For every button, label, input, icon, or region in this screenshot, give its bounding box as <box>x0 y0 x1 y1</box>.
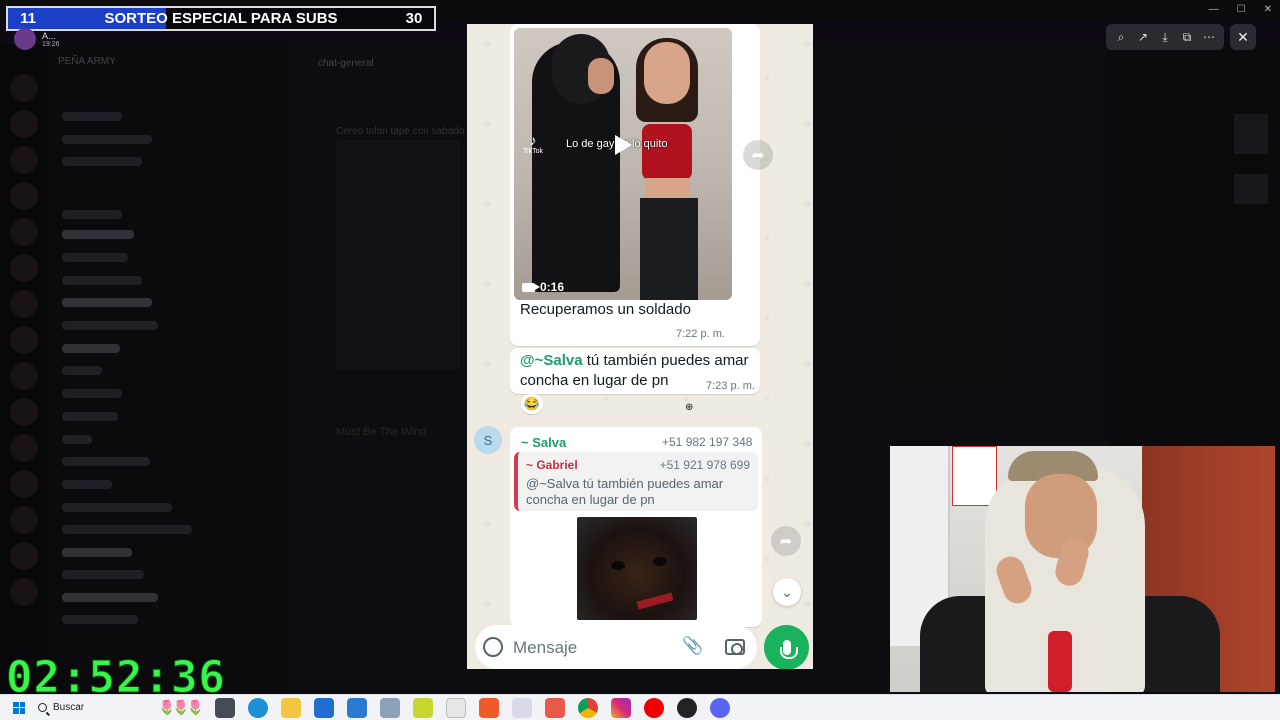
message-time: 7:23 p. m. <box>706 380 755 392</box>
search-label: Buscar <box>53 702 85 713</box>
app-icon[interactable] <box>380 697 401 718</box>
zoom-icon[interactable]: ⌕ <box>1112 28 1130 46</box>
paperclip-icon[interactable]: 📎 <box>682 636 703 656</box>
forward-icon[interactable]: ➦ <box>771 526 801 556</box>
close-window-icon[interactable]: ✕ <box>1264 4 1272 15</box>
sub-count: 11 <box>20 10 36 27</box>
quoted-reply[interactable]: ~ Gabriel +51 921 978 699 @~Salva tú tam… <box>514 452 758 511</box>
viewer-actions: ⌕ ↗ ⤓ ⧉ ⋯ <box>1106 24 1224 50</box>
tiktok-icon: ♪ <box>529 132 537 148</box>
maximize-icon[interactable]: ☐ <box>1237 4 1246 15</box>
chevron-double-down-icon[interactable]: ⌄ <box>773 578 801 606</box>
user-chip: A... 19:26 <box>14 28 60 50</box>
forward-icon[interactable]: ➦ <box>743 140 773 170</box>
youtube-icon[interactable] <box>644 697 665 718</box>
message-input-bar: Mensaje 📎 <box>475 625 757 669</box>
sub-goal-target: 30 <box>405 10 423 27</box>
windows-icon <box>13 701 25 714</box>
obs-icon[interactable] <box>677 697 698 718</box>
start-button[interactable] <box>6 695 32 720</box>
whatsapp-chat: ♪ TikTok Lo de gay ya lo quito 0:16 Recu… <box>467 24 813 669</box>
reply-message: @~Salva tú también puedes amar concha en… <box>510 348 760 394</box>
file-explorer-icon[interactable] <box>281 697 302 718</box>
message-input[interactable]: Mensaje <box>513 638 577 658</box>
instagram-icon[interactable] <box>611 697 632 718</box>
app-icon[interactable] <box>413 697 434 718</box>
reaction-badge[interactable]: 😂 <box>521 394 543 414</box>
sticker-icon[interactable] <box>483 637 503 657</box>
task-view-icon[interactable] <box>215 697 236 718</box>
search-icon <box>38 703 47 712</box>
brave-icon[interactable] <box>479 697 500 718</box>
stream-screen: PEÑA ARMY chat-general Cereo tolan tape … <box>0 0 1280 720</box>
download-icon[interactable]: ⤓ <box>1156 28 1174 46</box>
tiktok-logo: ♪ TikTok <box>523 132 543 155</box>
sender-phone: +51 982 197 348 <box>662 435 753 449</box>
mention[interactable]: @~Salva <box>520 352 583 369</box>
microphone-button[interactable] <box>764 625 809 669</box>
avatar <box>14 28 36 50</box>
sub-goal-banner: 11 SORTEO ESPECIAL PARA SUBS 30 <box>6 6 436 31</box>
message-text: Recuperamos un soldado <box>520 301 691 318</box>
image-viewer-toolbar: ⌕ ↗ ⤓ ⧉ ⋯ ✕ <box>1106 24 1256 50</box>
app-icon[interactable] <box>512 697 533 718</box>
notepad-icon[interactable] <box>446 697 467 718</box>
video-duration: 0:16 <box>522 280 564 294</box>
sub-goal-title: SORTEO ESPECIAL PARA SUBS <box>104 10 338 27</box>
quote-text: @~Salva tú también puedes amar concha en… <box>526 476 724 507</box>
app-icon[interactable] <box>545 697 566 718</box>
quote-phone: +51 921 978 699 <box>659 458 750 472</box>
minimize-icon[interactable]: — <box>1209 4 1219 15</box>
quote-sender: ~ Gabriel <box>526 458 578 472</box>
taskbar: Buscar 🌷🌷🌷 <box>0 694 1280 720</box>
sender-name[interactable]: ~ Salva <box>521 435 566 450</box>
video-camera-icon <box>522 282 540 292</box>
play-icon[interactable] <box>613 134 633 156</box>
sender-avatar[interactable]: S <box>474 426 502 454</box>
share-icon[interactable]: ↗ <box>1134 28 1152 46</box>
video-thumbnail[interactable]: ♪ TikTok Lo de gay ya lo quito 0:16 <box>514 28 732 300</box>
open-external-icon[interactable]: ⧉ <box>1178 28 1196 46</box>
user-time: 19:26 <box>42 40 60 48</box>
edge-icon[interactable] <box>248 697 269 718</box>
webcam-feed <box>890 446 1275 692</box>
user-name: A... <box>42 30 56 41</box>
discord-icon[interactable] <box>710 697 731 718</box>
microphone-icon <box>779 640 798 659</box>
close-viewer-button[interactable]: ✕ <box>1230 24 1256 50</box>
window-controls: — ☐ ✕ <box>1209 4 1272 15</box>
tulips-icon: 🌷🌷🌷 <box>158 699 204 715</box>
more-icon[interactable]: ⋯ <box>1200 28 1218 46</box>
video-message: ♪ TikTok Lo de gay ya lo quito 0:16 Recu… <box>510 24 760 346</box>
dog-image[interactable] <box>577 517 697 620</box>
camera-icon[interactable] <box>725 639 745 655</box>
microphone-prop <box>1048 631 1072 692</box>
message-time: 7:22 p. m. <box>676 328 725 340</box>
zoom-cursor-icon: ⊕ <box>685 402 694 413</box>
store-icon[interactable] <box>314 697 335 718</box>
chrome-icon[interactable] <box>578 697 599 718</box>
mail-icon[interactable] <box>347 697 368 718</box>
